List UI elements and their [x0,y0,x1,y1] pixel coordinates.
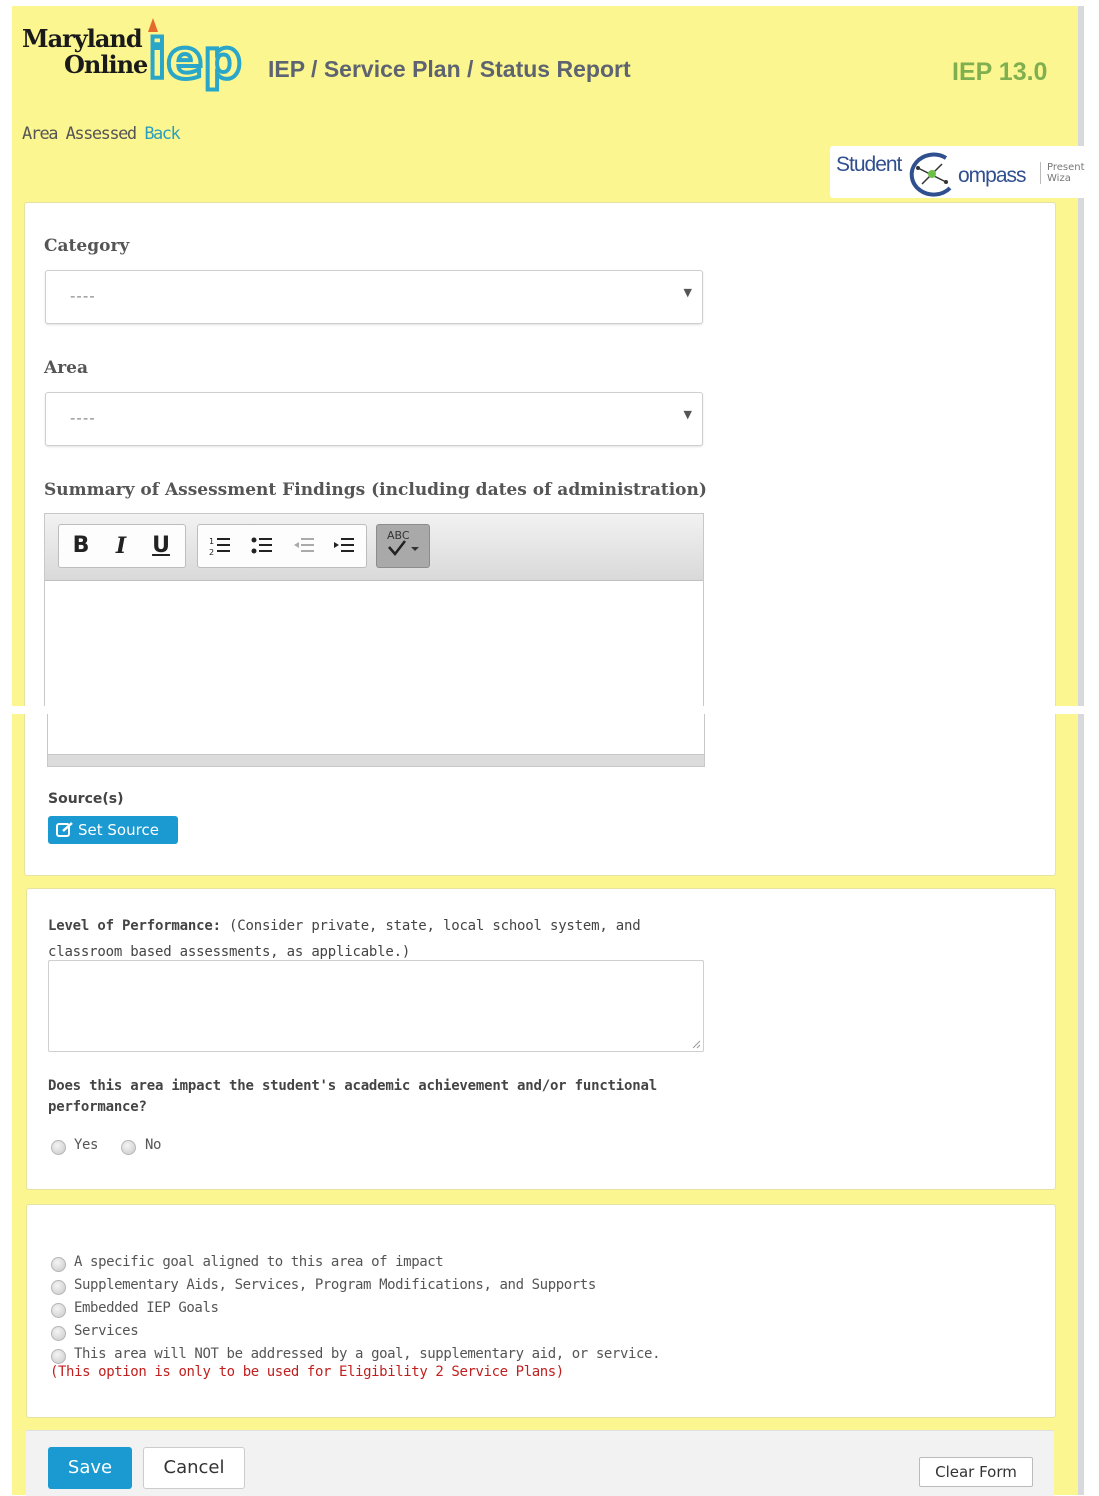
numbered-list-icon[interactable]: 12 [200,525,240,567]
option-label: Services [74,1323,139,1339]
indent-icon[interactable] [324,525,364,567]
format-button-group: B I U [58,524,186,568]
clear-form-button[interactable]: Clear Form [919,1457,1033,1487]
sources-label: Source(s) [48,791,124,807]
impact-yes-label: Yes [74,1137,99,1153]
bullet-list-icon[interactable] [242,525,282,567]
option-label: This area will NOT be addressed by a goa… [74,1346,661,1362]
impact-no-radio[interactable] [121,1140,136,1155]
option-label: A specific goal aligned to this area of … [74,1254,444,1270]
list-button-group: 12 [197,524,367,568]
present-wizard-label: Present Wiza [1040,162,1085,184]
back-link[interactable]: Back [144,124,180,144]
compass-ompass-text: ompass [958,164,1027,187]
scrollbar[interactable] [1078,6,1084,1495]
summary-label: Summary of Assessment Findings (includin… [44,480,707,500]
version-label: IEP 13.0 [952,58,1048,86]
iep-logo-icon: iep [146,18,244,93]
outdent-icon[interactable] [284,525,324,567]
chevron-down-icon: ▼ [683,286,692,299]
performance-label-rest-2: classroom based assessments, as applicab… [48,944,411,960]
logo-line-2: Online [64,50,148,79]
option-radio[interactable] [51,1257,66,1272]
edit-icon [56,822,73,837]
category-select[interactable]: ---- ▼ [45,270,703,324]
impact-question-line-2: performance? [48,1099,147,1115]
set-source-button[interactable]: Set Source [48,816,178,844]
italic-button[interactable]: I [101,525,141,567]
save-button[interactable]: Save [48,1447,132,1489]
bold-button[interactable]: B [61,525,101,567]
option-radio[interactable] [51,1326,66,1341]
performance-textarea[interactable] [48,960,704,1052]
screenshot-seam [0,706,1099,714]
compass-student-text: Student [836,153,902,176]
breadcrumb: Area Assessed Back [22,124,181,144]
spellcheck-button[interactable]: ABC [376,524,430,568]
category-value: ---- [70,287,96,305]
underline-button[interactable]: U [141,525,181,567]
option-radio[interactable] [51,1303,66,1318]
summary-rich-text-editor[interactable]: B I U 12 ABC [44,513,704,711]
option-radio[interactable] [51,1349,66,1364]
compass-icon [909,152,952,197]
impact-question: Does this area impact the student's acad… [48,1076,718,1118]
breadcrumb-current: Area Assessed [22,124,137,144]
area-label: Area [44,358,88,378]
logo-line-1: Maryland [22,24,143,53]
app-title: IEP / Service Plan / Status Report [268,56,631,82]
option-radio[interactable] [51,1280,66,1295]
impact-question-line-1: Does this area impact the student's acad… [48,1078,657,1094]
svg-text:1: 1 [209,537,214,546]
option-label: Supplementary Aids, Services, Program Mo… [74,1277,596,1293]
wizard-text: Wiza [1047,173,1071,184]
student-compass-logo[interactable]: Student ompass Present Wiza [830,146,1090,198]
svg-text:2: 2 [209,548,214,557]
present-text: Present [1047,162,1085,173]
editor-statusbar [48,754,704,766]
performance-label-rest-1: (Consider private, state, local school s… [220,918,641,934]
set-source-label: Set Source [78,821,159,839]
option-label: Embedded IEP Goals [74,1300,219,1316]
chevron-down-icon: ▼ [683,408,692,421]
impact-yes-radio[interactable] [51,1140,66,1155]
resize-handle-icon[interactable] [691,1039,701,1049]
performance-label: Level of Performance: (Consider private,… [48,913,708,965]
impact-no-label: No [145,1137,162,1153]
iep-logo-text: iep [148,28,242,91]
category-label: Category [44,236,130,256]
area-select[interactable]: ---- ▼ [45,392,703,446]
eligibility-note: (This option is only to be used for Elig… [50,1364,564,1380]
spellcheck-icon [388,540,419,556]
performance-label-bold: Level of Performance: [48,918,221,934]
maryland-online-logo: Maryland Online [22,24,148,79]
cancel-button[interactable]: Cancel [143,1447,245,1489]
editor-body-continued[interactable] [47,714,705,767]
editor-toolbar: B I U 12 ABC [45,514,703,581]
area-value: ---- [70,409,96,427]
